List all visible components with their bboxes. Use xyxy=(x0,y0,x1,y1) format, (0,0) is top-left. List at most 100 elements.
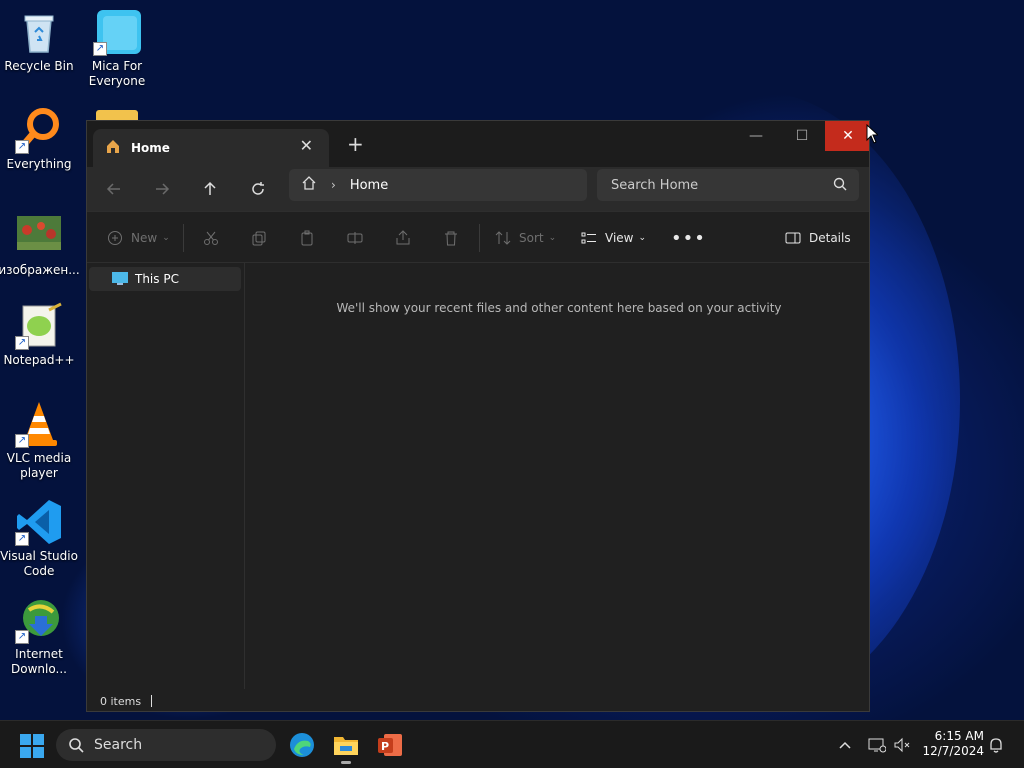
copy-button[interactable] xyxy=(251,226,267,250)
sidebar-item-label: This PC xyxy=(135,272,179,286)
powerpoint-icon: P xyxy=(378,734,402,756)
vlc-cone-icon: ↗ xyxy=(15,400,63,448)
edge-app-button[interactable] xyxy=(288,731,316,759)
rename-icon xyxy=(347,232,363,244)
desktop-icon-vscode[interactable]: ↗ Visual Studio Code xyxy=(0,498,78,579)
show-hidden-icons-button[interactable] xyxy=(838,721,852,768)
chevron-down-icon: ⌄ xyxy=(162,233,170,243)
folder-icon xyxy=(334,737,358,755)
desktop-icon-label: Visual Studio Code xyxy=(0,549,78,578)
search-placeholder: Search Home xyxy=(611,177,699,193)
folder-icon xyxy=(96,110,138,120)
shortcut-arrow-icon: ↗ xyxy=(15,140,29,154)
desktop-icon-everything[interactable]: ↗ Everything xyxy=(0,106,78,172)
desktop-icon-recycle-bin[interactable]: Recycle Bin xyxy=(0,8,78,74)
new-button[interactable]: New ⌄ xyxy=(107,226,170,250)
network-icon xyxy=(868,738,886,753)
home-outline-icon xyxy=(301,175,317,195)
recycle-bin-icon xyxy=(15,8,63,56)
paste-button[interactable] xyxy=(299,226,315,250)
view-label: View xyxy=(605,231,634,245)
content-area[interactable]: We'll show your recent files and other c… xyxy=(247,263,869,689)
sidebar-item-this-pc[interactable]: This PC xyxy=(89,267,241,291)
shortcut-arrow-icon: ↗ xyxy=(15,630,29,644)
copy-icon xyxy=(252,231,266,246)
running-indicator xyxy=(341,761,351,764)
start-button[interactable] xyxy=(20,734,44,758)
home-icon xyxy=(105,138,121,158)
sort-icon xyxy=(495,231,511,245)
bell-icon xyxy=(990,738,1002,753)
refresh-icon xyxy=(252,182,264,195)
chevron-down-icon: ⌄ xyxy=(548,233,557,243)
more-options-icon[interactable]: ••• xyxy=(671,226,706,250)
forward-arrow-icon xyxy=(156,183,170,195)
scissors-icon xyxy=(204,231,218,245)
delete-button[interactable] xyxy=(443,226,459,250)
forward-button[interactable] xyxy=(147,175,177,203)
vscode-icon: ↗ xyxy=(15,498,63,546)
maximize-button[interactable]: ☐ xyxy=(779,121,825,151)
image-file-icon xyxy=(15,212,63,260)
details-button[interactable]: Details xyxy=(785,226,851,250)
command-bar: New ⌄ Sort ⌄ View ⌄ ••• Details xyxy=(87,211,869,263)
trash-icon xyxy=(445,231,457,246)
file-explorer-app-button[interactable] xyxy=(332,731,360,764)
tab-label: Home xyxy=(131,141,170,155)
rename-button[interactable] xyxy=(347,226,363,250)
share-button[interactable] xyxy=(395,226,411,250)
mica-app-icon: ↗ xyxy=(93,8,141,56)
desktop-icon-label: Notepad++ xyxy=(3,353,75,367)
clock-time: 6:15 AM xyxy=(934,729,984,743)
search-icon xyxy=(69,738,84,753)
minimize-button[interactable]: — xyxy=(733,121,779,151)
svg-text:P: P xyxy=(381,740,389,753)
taskbar-search-label: Search xyxy=(94,737,143,753)
chevron-right-icon[interactable]: › xyxy=(331,178,336,192)
status-divider xyxy=(151,695,153,707)
windows-logo-icon xyxy=(20,734,44,758)
close-window-button[interactable]: ✕ xyxy=(825,121,869,151)
taskbar-search-box[interactable]: Search xyxy=(56,729,276,761)
sort-button[interactable]: Sort ⌄ xyxy=(495,226,556,250)
close-tab-icon[interactable]: ✕ xyxy=(300,136,313,155)
sort-label: Sort xyxy=(519,231,544,245)
tab-home[interactable]: Home ✕ xyxy=(93,129,329,167)
shortcut-arrow-icon: ↗ xyxy=(93,42,107,56)
shortcut-arrow-icon: ↗ xyxy=(15,336,29,350)
shortcut-arrow-icon: ↗ xyxy=(15,532,29,546)
internet-download-manager-icon: ↗ xyxy=(15,596,63,644)
desktop-icon-notepadpp[interactable]: ↗ Notepad++ xyxy=(0,302,78,368)
new-tab-button[interactable]: + xyxy=(347,132,364,156)
notifications-button[interactable] xyxy=(988,721,1004,768)
volume-button[interactable] xyxy=(894,721,912,768)
back-button[interactable] xyxy=(99,175,129,203)
clipboard-icon xyxy=(301,230,313,246)
desktop-icon-label: Everything xyxy=(6,157,72,171)
title-bar[interactable]: Home ✕ + — ☐ ✕ xyxy=(87,121,869,167)
address-text: Home xyxy=(349,177,389,193)
navigation-pane: This PC xyxy=(87,263,245,689)
search-input[interactable]: Search Home xyxy=(597,169,859,201)
everything-search-icon: ↗ xyxy=(15,106,63,154)
cut-button[interactable] xyxy=(203,226,219,250)
address-bar[interactable]: › Home xyxy=(289,169,587,201)
desktop-icon-vlc[interactable]: ↗ VLC media player xyxy=(0,400,78,481)
file-explorer-window[interactable]: Home ✕ + — ☐ ✕ › Home Search Home New ⌄ … xyxy=(86,120,870,712)
back-arrow-icon xyxy=(106,183,120,195)
network-button[interactable] xyxy=(868,721,886,768)
refresh-button[interactable] xyxy=(243,175,273,203)
plus-circle-icon xyxy=(108,231,122,245)
powerpoint-app-button[interactable]: P xyxy=(376,731,404,759)
share-icon xyxy=(396,230,410,245)
up-button[interactable] xyxy=(195,175,225,203)
desktop-icon-mica[interactable]: ↗ Mica For Everyone xyxy=(78,8,156,89)
shortcut-arrow-icon: ↗ xyxy=(15,434,29,448)
volume-muted-icon xyxy=(894,737,910,753)
chevron-down-icon: ⌄ xyxy=(638,233,647,243)
desktop-icon-image-file[interactable]: изображен... xyxy=(0,212,80,278)
up-arrow-icon xyxy=(204,181,216,195)
view-button[interactable]: View ⌄ xyxy=(581,226,646,250)
system-clock[interactable]: 6:15 AM 12/7/2024 xyxy=(922,729,984,759)
desktop-icon-idm[interactable]: ↗ Internet Downlo... xyxy=(0,596,78,677)
